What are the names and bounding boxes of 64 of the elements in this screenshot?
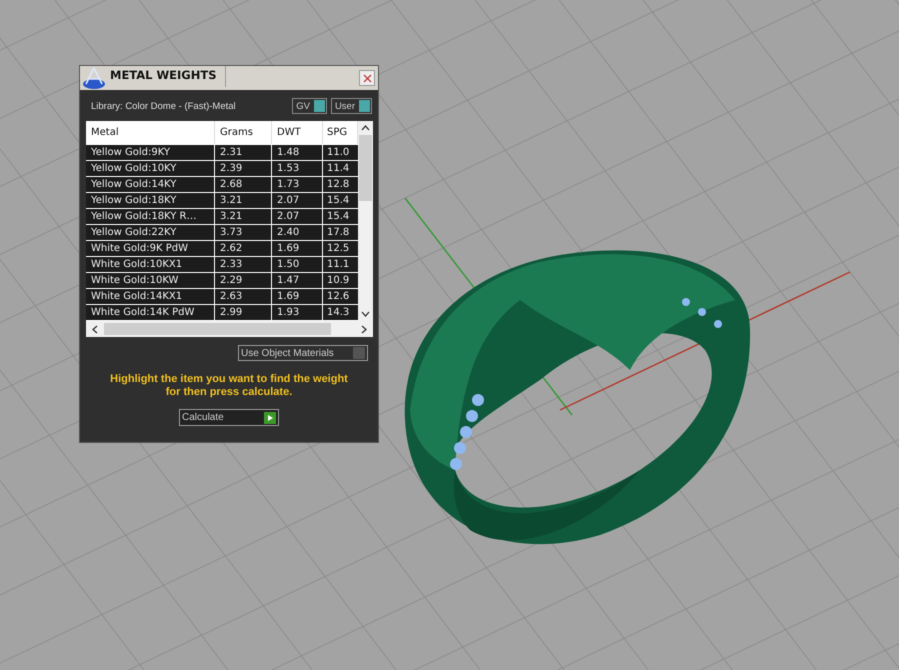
table-cell: 1.47 [272,273,323,288]
column-header[interactable]: DWT [272,121,323,144]
vertical-scrollbar[interactable] [358,121,373,321]
app-logo-icon [82,66,106,90]
table-cell-text: 12.5 [326,242,350,256]
table-cell: Yellow Gold:14KY [86,177,215,192]
table-cell-text: 12.6 [326,290,350,304]
use-object-materials-option[interactable]: Use Object Materials [238,345,368,361]
table-cell: 2.07 [272,209,323,224]
table-cell: 1.73 [272,177,323,192]
table-cell: White Gold:10KW [86,273,215,288]
table-cell: Yellow Gold:22KY [86,225,215,240]
table-cell-text: 10.9 [326,274,350,288]
table-cell: 2.40 [272,225,323,240]
table-cell: Yellow Gold:18KY R… [86,209,215,224]
table-cell-text: 17.8 [326,226,350,240]
table-cell: Yellow Gold:9KY [86,145,215,160]
table-cell: 2.07 [272,193,323,208]
toggle-switch[interactable]: User [330,98,372,114]
table-cell-text: 15.4 [326,194,350,208]
dialog-title: METAL WEIGHTS [106,66,226,87]
table-cell: 2.31 [215,145,272,160]
table-cell: 2.29 [215,273,272,288]
table-cell: 1.69 [272,241,323,256]
table-cell: 2.68 [215,177,272,192]
table-cell: 1.48 [272,145,323,160]
table-cell: 2.62 [215,241,272,256]
column-header[interactable]: Metal [86,121,215,144]
table-cell-text: 11.0 [326,146,350,160]
table-cell: Yellow Gold:10KY [86,161,215,176]
scroll-left-icon[interactable] [92,324,98,334]
column-header[interactable]: Grams [215,121,272,144]
table-cell: 1.93 [272,305,323,320]
table-cell: White Gold:10KX1 [86,257,215,272]
library-label: Library: Color Dome - (Fast)-Metal [90,100,237,112]
play-icon [264,412,276,424]
table-cell: 3.21 [215,193,272,208]
table-cell: White Gold:9K PdW [86,241,215,256]
table-cell: 3.21 [215,209,272,224]
table-cell: Yellow Gold:18KY [86,193,215,208]
table-cell-text: 12.8 [326,178,350,192]
table-cell: White Gold:14K PdW [86,305,215,320]
table-cell: 2.39 [215,161,272,176]
table-cell-text: 15.4 [326,210,350,224]
calculate-button[interactable]: Calculate [179,409,279,426]
table-cell: 2.33 [215,257,272,272]
scroll-right-icon[interactable] [361,324,367,334]
table-cell: 1.69 [272,289,323,304]
close-icon [362,74,372,82]
instruction-text: Highlight the item you want to find the weight for then press calculate. [109,373,349,399]
table-cell: White Gold:14KX1 [86,289,215,304]
table-cell-text: 11.4 [326,162,350,176]
table-cell: 2.99 [215,305,272,320]
table-cell-text: 11.1 [326,258,350,272]
scroll-up-icon[interactable] [361,125,370,131]
table-cell: 1.50 [272,257,323,272]
table-cell-text: 14.3 [326,306,350,320]
toggle-switch[interactable]: GV [292,98,327,114]
scroll-down-icon[interactable] [361,311,370,317]
table-cell: 3.73 [215,225,272,240]
close-button[interactable] [359,70,375,86]
table-cell: 1.53 [272,161,323,176]
table-cell: 2.63 [215,289,272,304]
horizontal-scrollbar[interactable] [86,321,373,337]
